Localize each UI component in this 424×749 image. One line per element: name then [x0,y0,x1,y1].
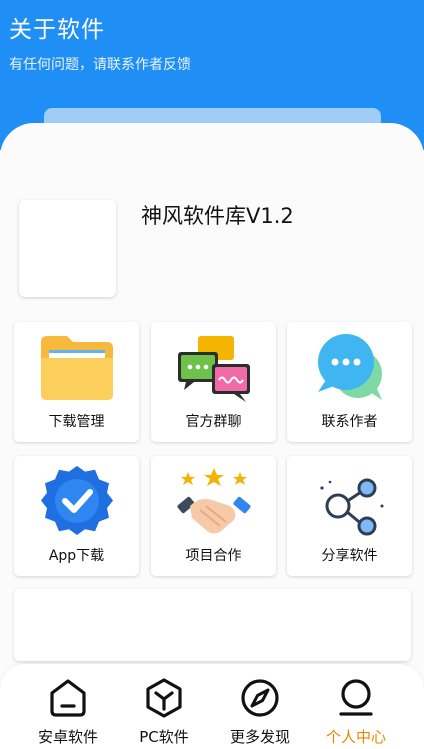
home-icon [50,679,86,717]
group-chat-icon [178,336,250,402]
card-label: 联系作者 [321,414,378,430]
box-icon [146,678,182,718]
page-subtitle: 有任何问题，请联系作者反馈 [9,57,191,73]
user-icon [339,679,373,716]
bottom-tab-bar: 安卓软件 PC软件 更多发现 个人中心 [0,664,424,749]
compass-icon [241,679,279,717]
card-label: 分享软件 [321,548,378,564]
tab-personal-center[interactable]: 个人中心 [303,664,409,749]
card-label: 项目合作 [185,548,242,564]
handshake-icon [177,468,251,534]
tab-label: 更多发现 [229,728,290,746]
tab-pc-software[interactable]: PC软件 [111,664,217,749]
card-label: 官方群聊 [185,414,242,430]
tab-label: 个人中心 [325,728,386,746]
share-software-card[interactable]: 分享软件 [287,456,412,576]
official-group-card[interactable]: 官方群聊 [151,322,276,442]
tab-label: PC软件 [139,728,189,746]
folder-icon [41,336,113,400]
download-manager-card[interactable]: 下载管理 [14,322,139,442]
tab-label: 安卓软件 [37,728,98,746]
chat-bubble-icon [318,334,382,400]
tab-android-software[interactable]: 安卓软件 [15,664,121,749]
app-download-card[interactable]: App下载 [14,456,139,576]
project-cooperation-card[interactable]: 项目合作 [151,456,276,576]
app-name: 神风软件库V1.2 [141,204,294,228]
page-title: 关于软件 [9,17,105,43]
tab-discover[interactable]: 更多发现 [207,664,313,749]
app-logo [19,200,116,297]
share-icon [320,478,384,536]
card-label: App下载 [48,548,105,564]
contact-author-card[interactable]: 联系作者 [287,322,412,442]
card-label: 下载管理 [48,414,105,430]
verified-badge-icon [41,466,113,536]
empty-panel [14,589,411,661]
